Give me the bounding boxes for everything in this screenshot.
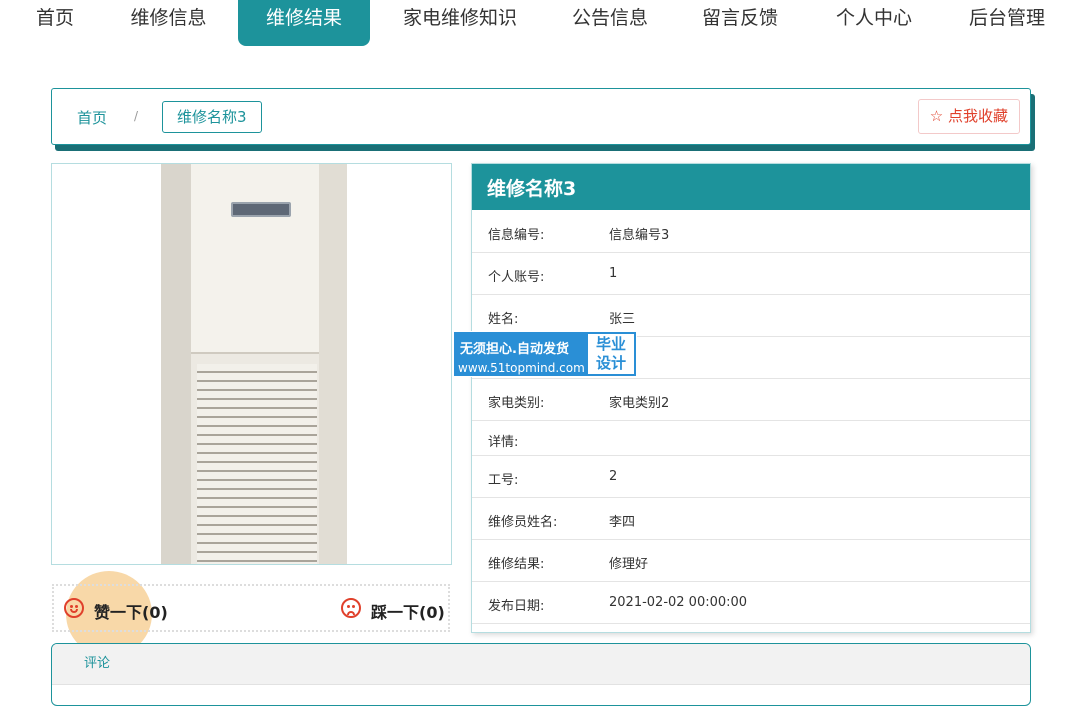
row-value: 家电类别2 [609, 396, 670, 411]
nav-item-feedback[interactable]: 留言反馈 [690, 0, 790, 46]
frown-icon[interactable] [341, 598, 361, 618]
detail-row: 信息编号: 信息编号3 [472, 211, 1030, 253]
row-key: 信息编号: [488, 228, 545, 243]
breadcrumb-current[interactable]: 维修名称3 [162, 101, 262, 133]
row-value: 李四 [609, 515, 636, 530]
breadcrumb: 首页 / 维修名称3 ☆ 点我收藏 [51, 88, 1031, 145]
nav-item-announcements[interactable]: 公告信息 [560, 0, 660, 46]
detail-row: 家电类别: 家电类别2 [472, 379, 1030, 421]
detail-row: 维修结果: 修理好 [472, 540, 1030, 582]
row-value: 信息编号3 [609, 228, 670, 243]
vote-box: 赞一下(0) 踩一下(0) [52, 584, 450, 632]
row-key: 详情: [488, 435, 519, 450]
watermark-line1: 无须担心.自动发货 [460, 342, 569, 357]
row-key: 工号: [488, 473, 519, 488]
watermark-line2: www.51topmind.com [458, 361, 585, 375]
detail-row: 维修员姓名: 李四 [472, 498, 1030, 540]
detail-title: 维修名称3 [472, 164, 1030, 211]
detail-row: 发布日期: 2021-02-02 00:00:00 [472, 582, 1030, 624]
favorite-button[interactable]: ☆ 点我收藏 [917, 99, 1020, 134]
detail-row: 个人账号: 1 [472, 253, 1030, 295]
smile-icon[interactable] [64, 598, 84, 618]
watermark-badge-bottom: 设计 [595, 354, 626, 372]
watermark-badge: 无须担心.自动发货 www.51topmind.com 毕业 设计 [453, 331, 637, 377]
row-value: 修理好 [609, 557, 649, 572]
watermark-logo: 毕业 设计 [588, 334, 634, 374]
dislike-button[interactable]: 踩一下(0) [371, 599, 445, 623]
nav-item-personal-center[interactable]: 个人中心 [824, 0, 924, 46]
nav-item-home[interactable]: 首页 [20, 0, 90, 46]
watermark-badge-top: 毕业 [595, 335, 626, 353]
breadcrumb-separator: / [134, 109, 139, 123]
nav-item-repair-info[interactable]: 维修信息 [115, 0, 222, 46]
top-nav: 首页 维修信息 维修结果 家电维修知识 公告信息 留言反馈 个人中心 后台管理 [0, 0, 1090, 46]
row-value: 1 [609, 266, 618, 281]
row-key: 个人账号: [488, 270, 545, 285]
row-key: 维修员姓名: [488, 515, 558, 530]
air-conditioner-image [161, 164, 347, 564]
detail-panel: 维修名称3 信息编号:信息编号3 个人账号:1 姓名:张三 市 家电类别:家电类… [471, 163, 1031, 633]
nav-item-knowledge[interactable]: 家电维修知识 [390, 0, 530, 46]
row-key: 姓名: [488, 312, 519, 327]
row-key: 维修结果: [488, 557, 545, 572]
breadcrumb-home-link[interactable]: 首页 [77, 107, 107, 128]
comment-section: 评论 [51, 643, 1031, 706]
row-value: 2021-02-02 00:00:00 [609, 595, 748, 610]
nav-item-admin[interactable]: 后台管理 [957, 0, 1057, 46]
row-value: 张三 [609, 312, 636, 327]
row-value: 2 [609, 469, 618, 484]
row-key: 发布日期: [488, 599, 545, 614]
detail-row: 工号: 2 [472, 456, 1030, 498]
nav-item-repair-result[interactable]: 维修结果 [238, 0, 370, 46]
detail-row: 详情: [472, 421, 1030, 456]
comment-tab[interactable]: 评论 [52, 644, 1030, 685]
product-image [51, 163, 452, 565]
like-button[interactable]: 赞一下(0) [94, 599, 168, 623]
row-key: 家电类别: [488, 396, 545, 411]
